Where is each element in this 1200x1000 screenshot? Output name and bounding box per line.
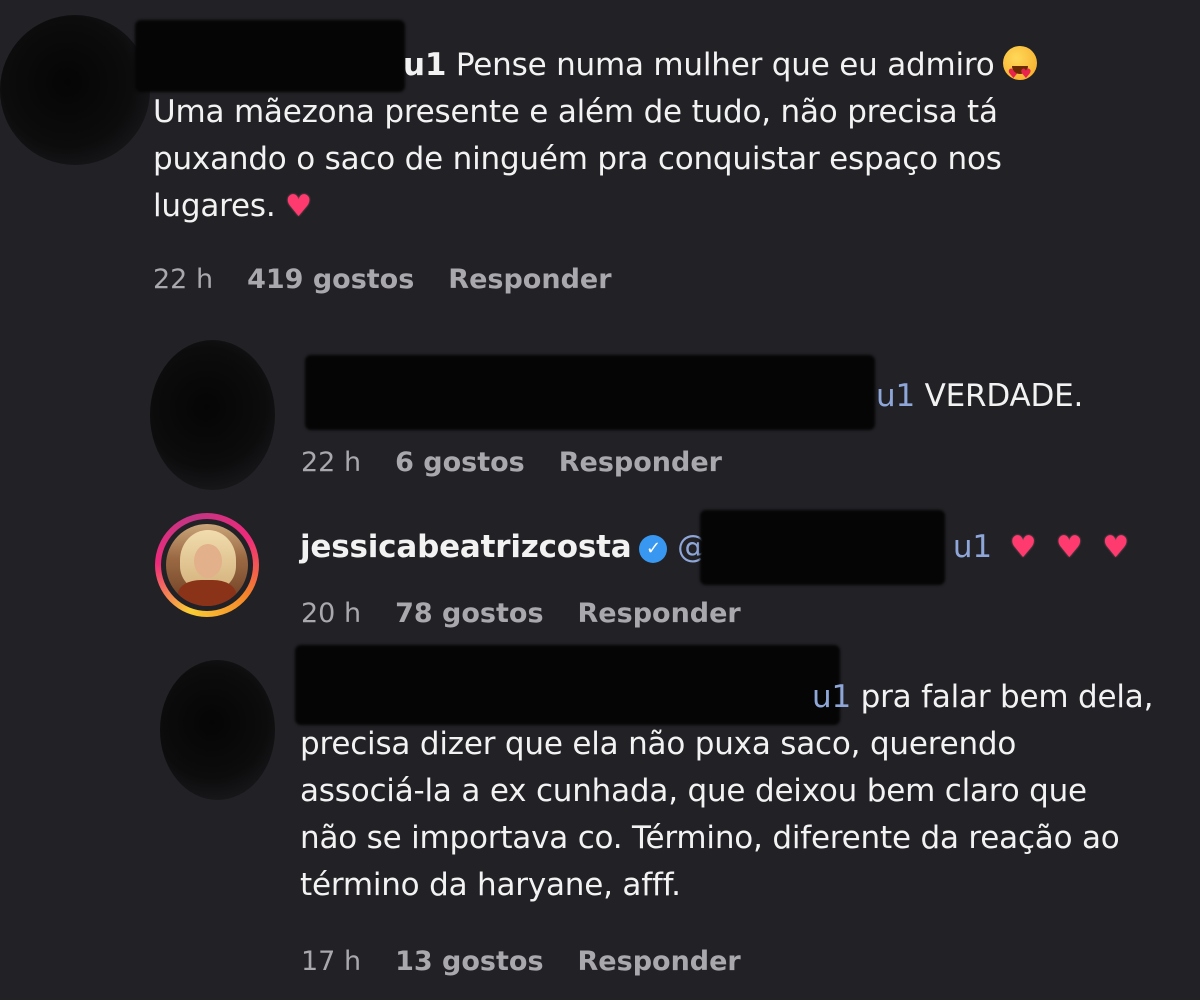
- timestamp: 20 h: [301, 598, 362, 629]
- comment-body: u1 VERDADE.: [300, 373, 1180, 420]
- username-visible-suffix[interactable]: u1: [876, 378, 915, 414]
- timestamp: 17 h: [301, 946, 362, 977]
- star-struck-icon: [1002, 46, 1037, 98]
- reply-button[interactable]: Responder: [578, 598, 741, 629]
- comments-thread: u1 Pense numa mulher que eu admiro Uma m…: [0, 0, 1200, 1000]
- comment-body: u1 pra falar bem dela, precisa dizer que…: [300, 674, 1200, 909]
- username-visible-suffix[interactable]: u1: [403, 47, 446, 83]
- heart-icon: ♥: [1055, 530, 1083, 565]
- comment-line: VERDADE.: [914, 378, 1084, 414]
- likes-count[interactable]: 78 gostos: [395, 598, 543, 629]
- comment-line: lugares.: [153, 188, 276, 224]
- comment-meta: 20 h 78 gostos Responder: [301, 598, 741, 629]
- reply-button[interactable]: Responder: [559, 447, 722, 478]
- comment-meta: 22 h 6 gostos Responder: [301, 447, 722, 478]
- heart-icon: ♥: [1102, 530, 1129, 565]
- redacted-avatar[interactable]: [160, 660, 275, 800]
- likes-count[interactable]: 419 gostos: [247, 264, 414, 295]
- heart-icon: ♥: [1009, 530, 1037, 565]
- comment-line: não se importava co. Término, diferente …: [300, 820, 1120, 856]
- comment-body: u1 Pense numa mulher que eu admiro Uma m…: [153, 42, 1163, 230]
- comment-line: Pense numa mulher que eu admiro: [446, 47, 995, 83]
- redacted-mention: [700, 510, 945, 585]
- timestamp: 22 h: [153, 264, 214, 295]
- likes-count[interactable]: 13 gostos: [395, 946, 543, 977]
- username-link[interactable]: jessicabeatrizcosta: [300, 529, 632, 565]
- comment-line: término da haryane, afff.: [300, 867, 681, 903]
- redacted-avatar[interactable]: [0, 15, 150, 165]
- verified-badge-icon: ✓: [639, 535, 668, 563]
- comment-meta: 17 h 13 gostos Responder: [301, 946, 741, 977]
- comment-meta: 22 h 419 gostos Responder: [153, 264, 612, 295]
- mention-suffix[interactable]: u1: [953, 529, 992, 565]
- comment-line: puxando o saco de ninguém pra conquistar…: [153, 141, 1002, 177]
- redacted-avatar[interactable]: [150, 340, 275, 490]
- comment-line: pra falar bem dela,: [850, 679, 1154, 715]
- profile-photo: [166, 524, 248, 606]
- likes-count[interactable]: 6 gostos: [395, 447, 525, 478]
- timestamp: 22 h: [301, 447, 362, 478]
- username-visible-suffix[interactable]: u1: [812, 679, 851, 715]
- comment-line: associá-la a ex cunhada, que deixou bem …: [300, 773, 1087, 809]
- comment-line: Uma mãezona presente e além de tudo, não…: [153, 94, 998, 130]
- reply-button[interactable]: Responder: [448, 264, 611, 295]
- comment-line: precisa dizer que ela não puxa saco, que…: [300, 726, 1017, 762]
- avatar[interactable]: [155, 513, 259, 617]
- reply-button[interactable]: Responder: [578, 946, 741, 977]
- heart-icon: ♥: [285, 189, 312, 224]
